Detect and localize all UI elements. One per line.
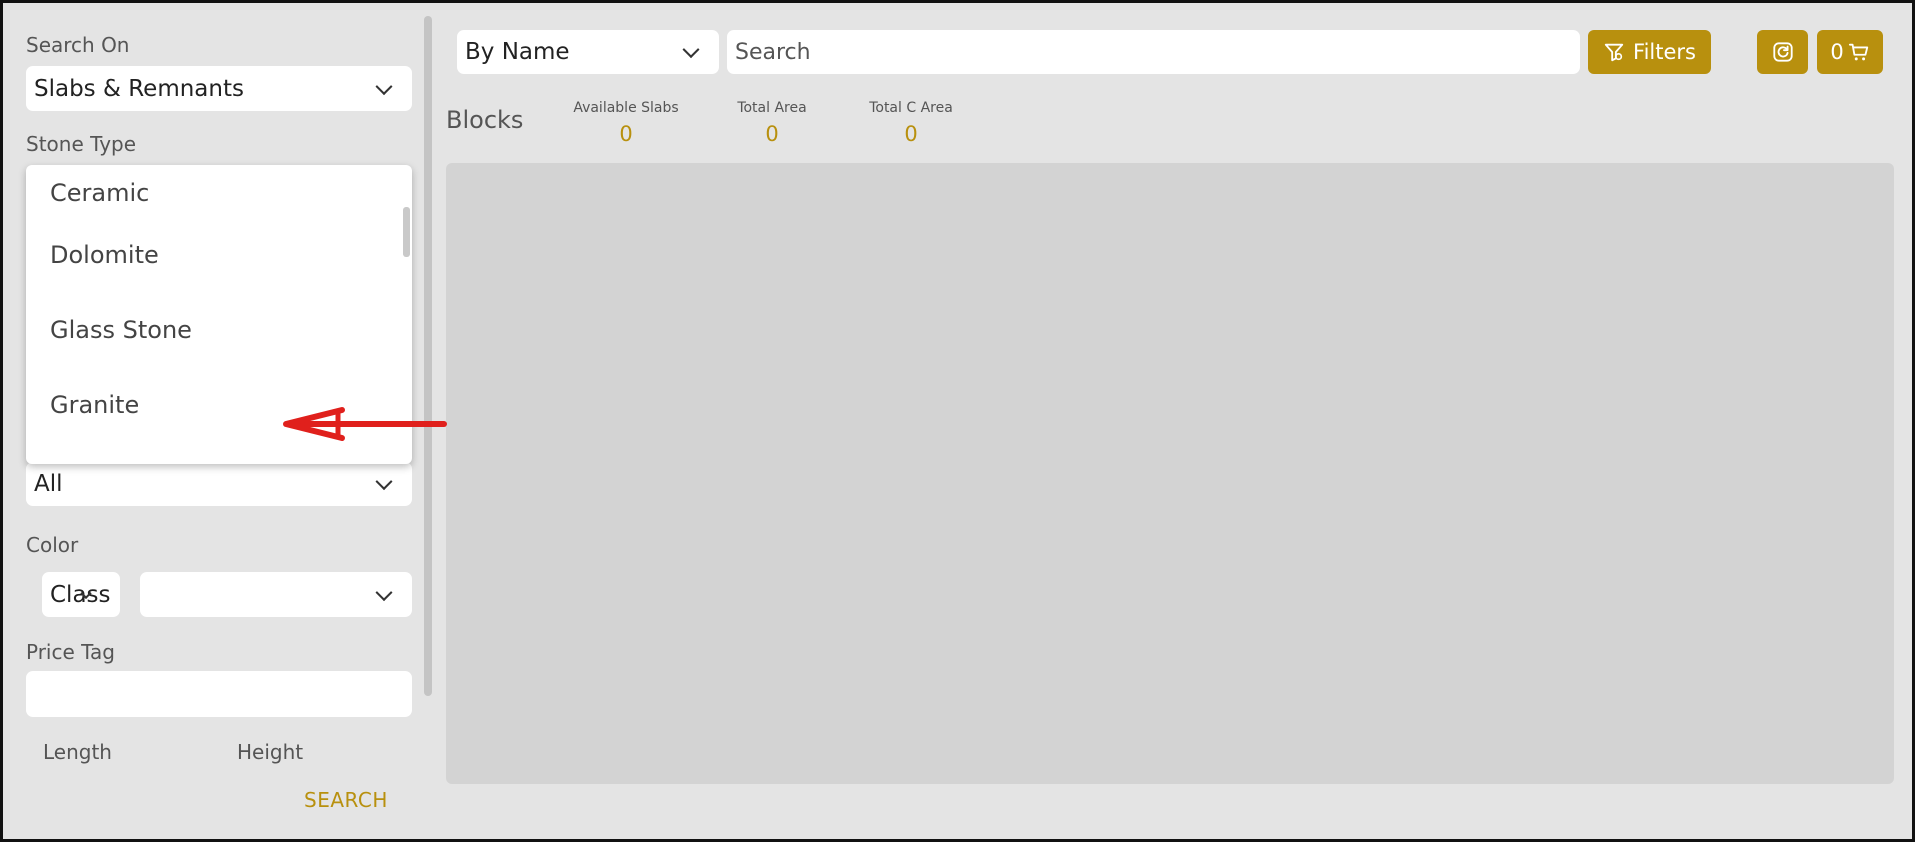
chevron-down-icon — [682, 41, 700, 59]
color-class-value: Class — [50, 581, 111, 608]
sidebar-scrollbar[interactable] — [424, 16, 432, 696]
stat-value: 0 — [765, 122, 779, 146]
cart-icon — [1848, 43, 1868, 61]
price-tag-input[interactable] — [26, 671, 412, 717]
stat-value: 0 — [619, 122, 633, 146]
results-panel — [446, 163, 1894, 784]
filters-button[interactable]: Filters — [1588, 30, 1711, 74]
price-tag-label: Price Tag — [26, 640, 116, 664]
search-mode-select[interactable]: By Name — [457, 30, 719, 74]
search-on-select[interactable]: Slabs & Remnants — [26, 66, 412, 111]
stone-type-option-ceramic[interactable]: Ceramic — [26, 165, 412, 217]
annotation-arrow-icon — [283, 407, 447, 441]
search-input[interactable] — [727, 30, 1580, 74]
stats-title: Blocks — [446, 106, 524, 134]
stat-value: 0 — [904, 122, 918, 146]
color-label: Color — [26, 533, 79, 557]
search-on-value: Slabs & Remnants — [34, 75, 244, 102]
filter-select-all[interactable]: All — [26, 462, 412, 506]
filter-select-value: All — [34, 471, 63, 497]
cart-button[interactable]: 0 — [1817, 30, 1883, 74]
search-mode-value: By Name — [465, 39, 570, 65]
search-button[interactable]: SEARCH — [304, 788, 388, 812]
stat-available-slabs: Available Slabs 0 — [573, 100, 679, 146]
cart-count: 0 — [1830, 40, 1844, 64]
dropdown-scrollbar[interactable] — [403, 207, 410, 257]
stat-label: Available Slabs — [573, 100, 679, 116]
length-label: Length — [43, 740, 112, 764]
search-on-label: Search On — [26, 33, 130, 57]
stone-type-option-dolomite[interactable]: Dolomite — [26, 217, 412, 292]
refresh-icon — [1772, 42, 1793, 62]
stat-label: Total C Area — [869, 100, 953, 116]
chevron-down-icon — [375, 77, 393, 95]
refresh-button[interactable] — [1757, 30, 1808, 74]
stat-label: Total Area — [737, 100, 807, 116]
stat-total-area: Total Area 0 — [732, 100, 812, 146]
color-class-select[interactable]: Class — [42, 572, 120, 617]
color-select[interactable] — [140, 572, 412, 617]
stone-type-option-glass-stone[interactable]: Glass Stone — [26, 292, 412, 367]
chevron-down-icon — [375, 583, 393, 601]
filters-label: Filters — [1633, 40, 1696, 64]
chevron-down-icon — [375, 473, 393, 491]
stat-total-c-area: Total C Area 0 — [866, 100, 956, 146]
height-label: Height — [237, 740, 304, 764]
stone-type-label: Stone Type — [26, 132, 137, 156]
filter-icon — [1604, 43, 1624, 62]
